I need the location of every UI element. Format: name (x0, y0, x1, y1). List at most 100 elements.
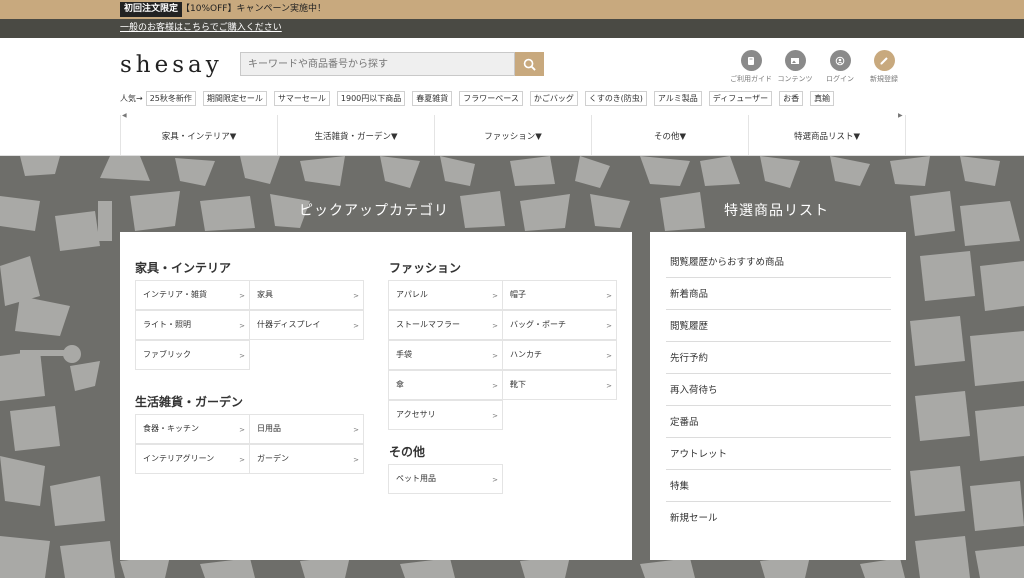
keyword-tag[interactable]: アルミ製品 (653, 91, 702, 106)
category-label: アクセサリ (396, 410, 436, 419)
pickup-title: ピックアップカテゴリ (299, 203, 449, 219)
keyword-tag[interactable]: かごバッグ (529, 91, 578, 106)
keyword-tag[interactable]: 1900円以下商品 (336, 91, 406, 106)
category-link[interactable]: ストールマフラー > (388, 310, 503, 340)
chevron-right-icon: > (492, 382, 498, 390)
special-title: 特選商品リスト (724, 203, 829, 219)
category-link[interactable]: 靴下 > (502, 370, 617, 400)
promo-bar: 初回注文限定 【10%OFF】キャンペーン実施中！ (0, 0, 1024, 19)
category-label: 傘 (396, 380, 404, 389)
keyword-tag[interactable]: 春夏雑貨 (412, 91, 453, 106)
special-list-item[interactable]: 新着商品 (666, 279, 891, 310)
group-title-other: その他 (389, 445, 426, 459)
nav-other[interactable]: その他▼ (592, 115, 749, 156)
category-link[interactable]: ガーデン > (249, 444, 364, 474)
chevron-right-icon: > (353, 456, 359, 464)
keyword-tag[interactable]: お香 (779, 91, 804, 106)
category-link[interactable]: アクセサリ > (388, 400, 503, 430)
category-label: 靴下 (510, 380, 526, 389)
pattern-section: ピックアップカテゴリ 特選商品リスト 家具・インテリア インテリア・雑貨 > 家具… (0, 156, 1024, 578)
contents-link[interactable]: コンテンツ (770, 50, 820, 84)
category-label: バッグ・ポーチ (510, 320, 566, 329)
guide-link[interactable]: ご利用ガイド (726, 50, 776, 84)
category-link[interactable]: 帽子 > (502, 280, 617, 310)
category-link[interactable]: バッグ・ポーチ > (502, 310, 617, 340)
search-input[interactable] (240, 52, 515, 76)
promo-text[interactable]: 【10%OFF】キャンペーン実施中！ (181, 2, 326, 17)
special-list-item[interactable]: 再入荷待ち (666, 375, 891, 406)
chevron-right-icon: > (353, 426, 359, 434)
special-list-item[interactable]: 先行予約 (666, 343, 891, 374)
special-list-item[interactable]: 閲覧履歴 (666, 311, 891, 342)
category-label: 日用品 (257, 424, 281, 433)
popular-label: 人気→ (120, 94, 143, 103)
keyword-tag[interactable]: 真鍮 (810, 91, 835, 106)
promo-badge: 初回注文限定 (120, 2, 183, 17)
chevron-right-icon: > (239, 426, 245, 434)
category-link[interactable]: 傘 > (388, 370, 503, 400)
category-label: 家具 (257, 290, 273, 299)
category-link[interactable]: ライト・照明 > (135, 310, 250, 340)
special-list-item[interactable]: 特集 (666, 471, 891, 502)
category-label: ペット用品 (396, 474, 436, 483)
category-link[interactable]: インテリアグリーン > (135, 444, 250, 474)
register-link[interactable]: 新規登録 (859, 50, 909, 84)
search-button[interactable] (515, 52, 544, 76)
chevron-right-icon: > (492, 292, 498, 300)
chevron-right-icon: > (239, 456, 245, 464)
special-list-item[interactable]: 閲覧履歴からおすすめ商品 (666, 247, 891, 278)
special-panel: 閲覧履歴からおすすめ商品 新着商品 閲覧履歴 先行予約 再入荷待ち 定番品 アウ… (650, 232, 906, 560)
chevron-right-icon: > (239, 322, 245, 330)
login-link[interactable]: ログイン (815, 50, 865, 84)
group-title-fashion: ファッション (389, 261, 462, 275)
search-icon (523, 58, 536, 71)
nav-fashion[interactable]: ファッション▼ (435, 115, 592, 156)
chevron-right-icon: > (239, 352, 245, 360)
category-label: ファブリック (143, 350, 191, 359)
image-icon (784, 50, 806, 71)
chevron-right-icon: > (492, 412, 498, 420)
category-link[interactable]: ファブリック > (135, 340, 250, 370)
category-link[interactable]: 什器ディスプレイ > (249, 310, 364, 340)
category-link[interactable]: ペット用品 > (388, 464, 503, 494)
category-link[interactable]: アパレル > (388, 280, 503, 310)
chevron-right-icon: > (492, 322, 498, 330)
keyword-tag[interactable]: ディフューザー (708, 91, 773, 106)
general-bar: 一般のお客様はこちらでご購入ください (0, 19, 1024, 38)
keyword-tag[interactable]: 期間限定セール (202, 91, 267, 106)
category-label: ライト・照明 (143, 320, 191, 329)
category-link[interactable]: 家具 > (249, 280, 364, 310)
special-list-item[interactable]: 定番品 (666, 407, 891, 438)
keyword-tag[interactable]: くすのき(防虫) (584, 91, 647, 106)
category-label: 手袋 (396, 350, 412, 359)
chevron-right-icon: > (606, 382, 612, 390)
nav-goods-garden[interactable]: 生活雑貨・ガーデン▼ (278, 115, 435, 156)
nav-special-list[interactable]: 特選商品リスト▼ (749, 115, 906, 156)
login-label: ログイン (826, 75, 854, 83)
general-customer-link[interactable]: 一般のお客様はこちらでご購入ください (120, 22, 282, 35)
chevron-right-icon: > (492, 352, 498, 360)
category-link[interactable]: 手袋 > (388, 340, 503, 370)
guide-label: ご利用ガイド (730, 75, 772, 83)
chevron-right-icon: > (239, 292, 245, 300)
site-logo[interactable]: shesay (120, 52, 223, 78)
category-label: 什器ディスプレイ (257, 320, 321, 329)
nav-furniture[interactable]: 家具・インテリア▼ (121, 115, 278, 156)
special-list-item[interactable]: アウトレット (666, 439, 891, 470)
category-label: ハンカチ (510, 350, 542, 359)
pickup-panel: 家具・インテリア インテリア・雑貨 > 家具 > ライト・照明 > 什器ディスプレイ >… (120, 232, 632, 560)
category-link[interactable]: 日用品 > (249, 414, 364, 444)
keyword-tag[interactable]: サマーセール (273, 91, 330, 106)
category-link[interactable]: ハンカチ > (502, 340, 617, 370)
special-list-item[interactable]: 新規セール (666, 503, 891, 534)
category-label: ストールマフラー (396, 320, 460, 329)
contents-label: コンテンツ (777, 75, 813, 83)
keyword-tag[interactable]: フラワーベース (459, 91, 523, 106)
category-label: インテリアグリーン (143, 454, 215, 463)
category-link[interactable]: インテリア・雑貨 > (135, 280, 250, 310)
chevron-right-icon: > (606, 352, 612, 360)
header: shesay ご利用ガイド コンテンツ ログイン 新規登録 人気→ 25秋冬新作… (0, 38, 1024, 156)
category-link[interactable]: 食器・キッチン > (135, 414, 250, 444)
keyword-tag[interactable]: 25秋冬新作 (145, 91, 196, 106)
popular-keywords: 人気→ 25秋冬新作 期間限定セール サマーセール 1900円以下商品 春夏雑貨… (120, 91, 841, 106)
